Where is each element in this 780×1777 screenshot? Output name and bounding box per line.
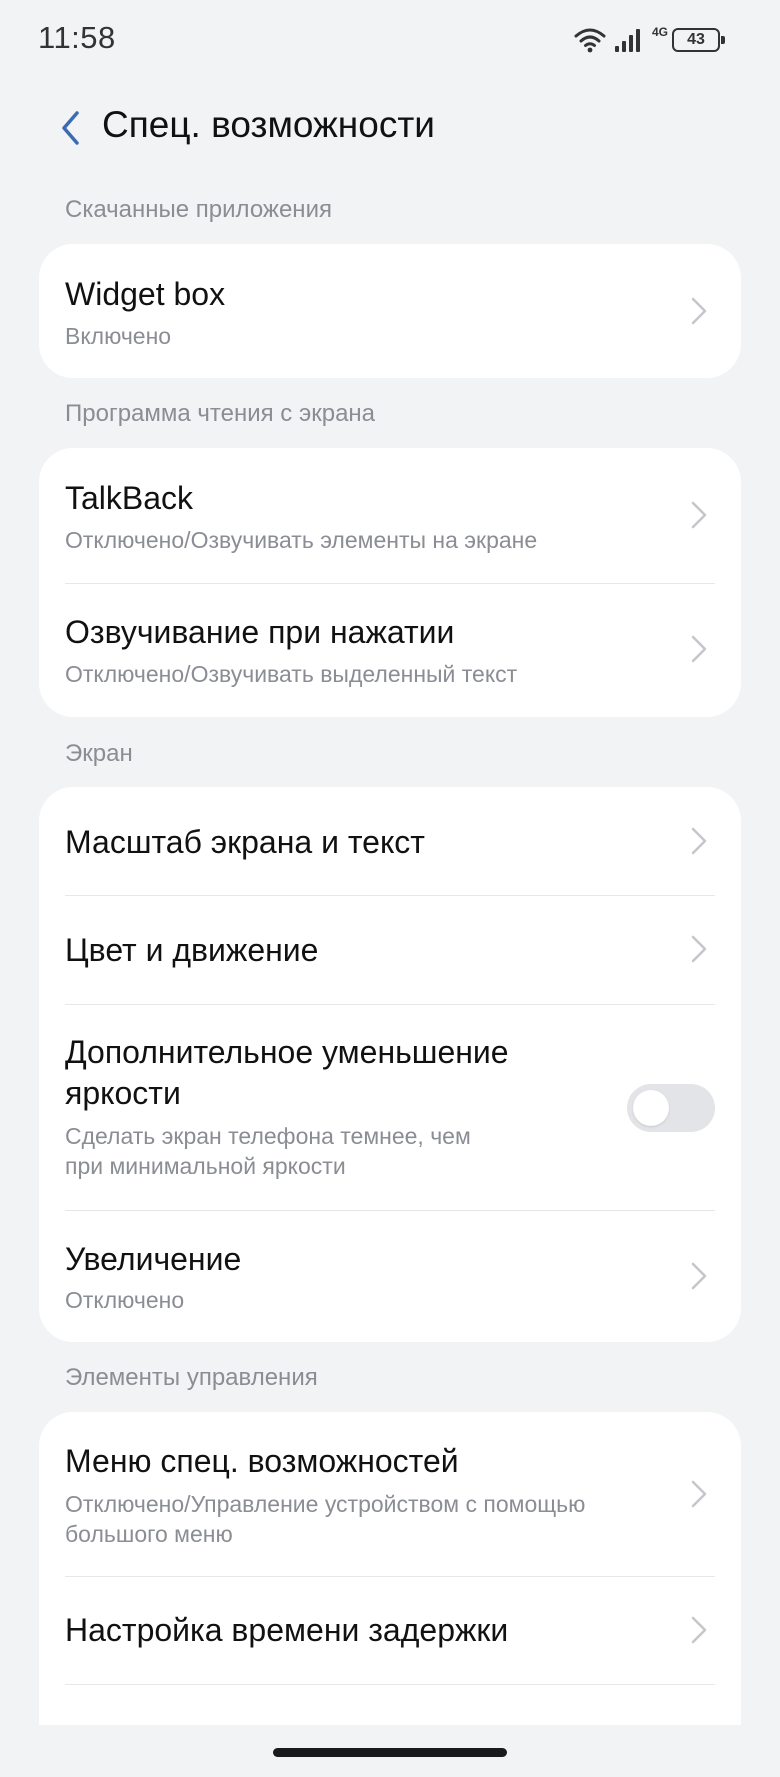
chevron-right-icon bbox=[691, 297, 707, 325]
card-controls: Меню спец. возможностей Отключено/Управл… bbox=[39, 1412, 741, 1725]
wifi-icon bbox=[574, 28, 606, 53]
chevron-right-icon bbox=[691, 1616, 707, 1644]
page-title: Спец. возможности bbox=[102, 104, 435, 145]
network-type-label: 4G bbox=[651, 25, 668, 39]
back-button[interactable] bbox=[50, 106, 90, 150]
battery-icon: 43 bbox=[672, 28, 725, 52]
toggle-knob bbox=[633, 1090, 669, 1126]
setting-subtitle-line1: Отключено/Управление устройством с помощ… bbox=[65, 1491, 586, 1517]
card-downloaded-apps: Widget box Включено bbox=[39, 244, 741, 378]
signal-icon bbox=[614, 29, 640, 52]
setting-title: Увеличение bbox=[65, 1241, 242, 1277]
chevron-right-icon bbox=[691, 935, 707, 963]
setting-subtitle: Отключено/Озвучивать элементы на экране bbox=[65, 527, 538, 553]
setting-subtitle: Отключено/Озвучивать выделенный текст bbox=[65, 661, 518, 687]
setting-subtitle-line2: при минимальной яркости bbox=[65, 1153, 346, 1179]
setting-select-to-speak[interactable]: Озвучивание при нажатии Отключено/Озвучи… bbox=[39, 583, 741, 717]
chevron-right-icon bbox=[691, 635, 707, 663]
section-label-screen-reader: Программа чтения с экрана bbox=[65, 400, 376, 427]
chevron-right-icon bbox=[691, 1480, 707, 1508]
extra-dim-toggle[interactable] bbox=[627, 1084, 715, 1132]
status-icons: 4G 43 bbox=[574, 22, 725, 58]
section-label-display: Экран bbox=[65, 740, 133, 767]
setting-title: Цвет и движение bbox=[65, 932, 319, 968]
setting-magnification[interactable]: Увеличение Отключено bbox=[39, 1210, 741, 1342]
setting-title: TalkBack bbox=[65, 480, 194, 516]
setting-subtitle: Включено bbox=[65, 323, 172, 349]
back-arrow-icon bbox=[62, 111, 79, 145]
section-label-controls: Элементы управления bbox=[65, 1364, 318, 1391]
setting-accessibility-menu[interactable]: Меню спец. возможностей Отключено/Управл… bbox=[39, 1412, 741, 1576]
section-label-downloaded-apps: Скачанные приложения bbox=[65, 196, 332, 223]
card-display: Масштаб экрана и текст Цвет и движение Д… bbox=[39, 787, 741, 1342]
setting-title: Widget box bbox=[65, 276, 226, 312]
chevron-right-icon bbox=[691, 1262, 707, 1290]
setting-subtitle-line2: большого меню bbox=[65, 1521, 233, 1547]
setting-title: Настройка времени задержки bbox=[65, 1612, 509, 1648]
setting-subtitle-line1: Сделать экран телефона темнее, чем bbox=[65, 1123, 471, 1149]
accessibility-settings-screen: 11:58 4G 43 Спец. возможности Скачанные … bbox=[0, 0, 780, 1777]
home-indicator[interactable] bbox=[273, 1748, 507, 1757]
chevron-right-icon bbox=[691, 827, 707, 855]
setting-title: Озвучивание при нажатии bbox=[65, 614, 455, 650]
setting-display-size-text[interactable]: Масштаб экрана и текст bbox=[39, 787, 741, 895]
battery-level: 43 bbox=[687, 31, 705, 48]
setting-next-partial bbox=[39, 1684, 741, 1725]
setting-talkback[interactable]: TalkBack Отключено/Озвучивать элементы н… bbox=[39, 448, 741, 583]
setting-color-motion[interactable]: Цвет и движение bbox=[39, 895, 741, 1004]
setting-title-line1: Дополнительное уменьшение bbox=[65, 1034, 509, 1070]
setting-subtitle: Отключено bbox=[65, 1287, 185, 1313]
setting-title: Масштаб экрана и текст bbox=[65, 824, 425, 860]
setting-widget-box[interactable]: Widget box Включено bbox=[39, 244, 741, 378]
chevron-right-icon bbox=[691, 501, 707, 529]
status-time: 11:58 bbox=[38, 20, 116, 55]
setting-title: Меню спец. возможностей bbox=[65, 1443, 459, 1479]
top-app-bar: Спец. возможности bbox=[0, 92, 780, 162]
status-bar: 11:58 4G 43 bbox=[0, 0, 780, 80]
setting-extra-dim[interactable]: Дополнительное уменьшение яркости Сделат… bbox=[39, 1004, 741, 1210]
setting-timing[interactable]: Настройка времени задержки bbox=[39, 1576, 741, 1684]
card-screen-reader: TalkBack Отключено/Озвучивать элементы н… bbox=[39, 448, 741, 717]
setting-title-line2: яркости bbox=[65, 1075, 181, 1111]
